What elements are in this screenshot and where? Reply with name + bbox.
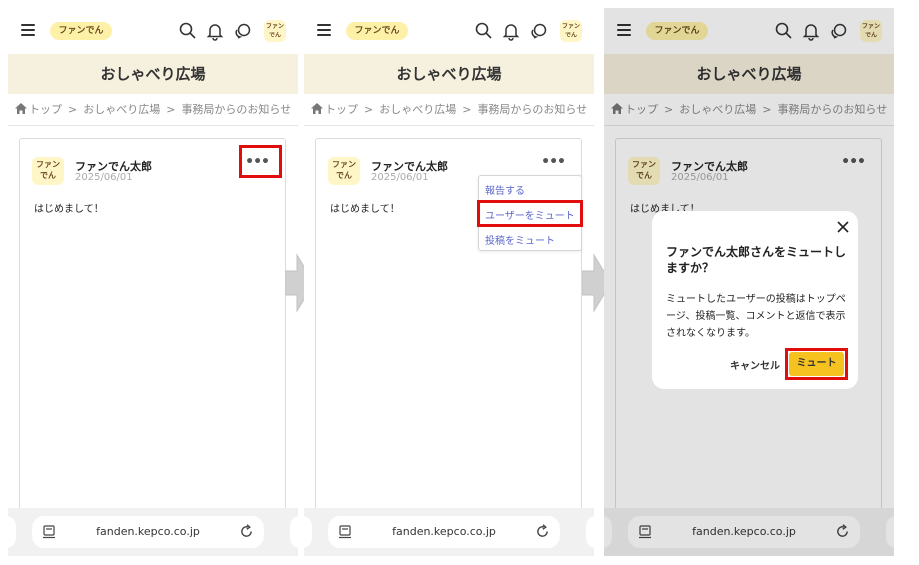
breadcrumb-plaza[interactable]: おしゃべり広場 bbox=[83, 103, 160, 116]
avatar-text: ファン bbox=[265, 23, 284, 30]
post-body: はじめまして！ bbox=[34, 204, 104, 215]
author-avatar[interactable]: ファン でん bbox=[328, 157, 360, 185]
home-icon bbox=[15, 103, 27, 114]
step2-screen: ファンでん ファン でん おしゃべり広場 トップ > おしゃべり広場 > 事務局からのお知… bbox=[304, 8, 594, 556]
breadcrumb-home[interactable]: トップ bbox=[29, 103, 62, 116]
breadcrumb-current: 事務局からのお知らせ bbox=[181, 103, 292, 116]
url-text: fanden.kepco.co.jp bbox=[96, 525, 200, 538]
reload-icon[interactable] bbox=[239, 524, 254, 539]
more-options-button[interactable]: ••• bbox=[541, 155, 566, 169]
breadcrumb-current: 事務局からのお知らせ bbox=[477, 103, 588, 116]
address-bar[interactable]: fanden.kepco.co.jp bbox=[32, 516, 264, 548]
tab-edge[interactable] bbox=[304, 516, 312, 548]
tab-edge[interactable] bbox=[8, 516, 16, 548]
page-title: おしゃべり広場 bbox=[8, 54, 298, 94]
app-header: ファンでん ファン でん bbox=[304, 8, 594, 54]
breadcrumb: トップ > おしゃべり広場 > 事務局からのお知らせ bbox=[15, 101, 295, 117]
tab-edge[interactable] bbox=[290, 516, 298, 548]
chat-icon[interactable] bbox=[233, 21, 253, 41]
search-icon[interactable] bbox=[474, 21, 494, 41]
avatar-text: でん bbox=[40, 171, 56, 180]
page-title: おしゃべり広場 bbox=[304, 54, 594, 94]
highlight-box bbox=[477, 200, 583, 227]
menu-icon[interactable] bbox=[21, 24, 35, 36]
url-text: fanden.kepco.co.jp bbox=[392, 525, 496, 538]
avatar-text: ファン bbox=[561, 23, 580, 30]
highlight-box bbox=[785, 348, 848, 380]
home-icon bbox=[311, 103, 323, 114]
step3-screen: ファンでん ファン でん おしゃべり広場 トップ > おしゃべり広場 > 事務局からのお知… bbox=[604, 8, 894, 556]
user-avatar[interactable]: ファン でん bbox=[264, 20, 286, 42]
menu-item-mute-post[interactable]: 投稿をミュート bbox=[485, 232, 555, 247]
avatar-text: でん bbox=[268, 32, 281, 39]
app-header: ファンでん ファン でん bbox=[8, 8, 298, 54]
breadcrumb-separator: > bbox=[68, 103, 78, 116]
dialog-title: ファンでん太郎さんをミュートしますか？ bbox=[666, 245, 847, 275]
author-avatar[interactable]: ファン でん bbox=[32, 157, 64, 185]
breadcrumb-plaza[interactable]: おしゃべり広場 bbox=[379, 103, 456, 116]
avatar-text: ファン bbox=[332, 160, 356, 169]
post-card: ファン でん ファンでん太郎 2025/06/01 ••• はじめまして！ 報告す… bbox=[315, 138, 583, 518]
tutorial-composite: ファンでん ファン でん おしゃべり広場 トップ > おしゃべり広場 > 事務局からのお知… bbox=[0, 0, 919, 565]
divider bbox=[8, 125, 298, 126]
close-icon[interactable] bbox=[836, 220, 850, 234]
step1-screen: ファンでん ファン でん おしゃべり広場 トップ > おしゃべり広場 > 事務局からのお知… bbox=[8, 8, 298, 556]
post-date: 2025/06/01 bbox=[75, 172, 133, 183]
post-date: 2025/06/01 bbox=[371, 172, 429, 183]
breadcrumb-separator: > bbox=[166, 103, 176, 116]
dialog-body: ミュートしたユーザーの投稿はトップページ、投稿一覧、コメントと返信で表示されなく… bbox=[666, 294, 846, 339]
bell-icon[interactable] bbox=[501, 21, 521, 41]
browser-bar: fanden.kepco.co.jp bbox=[8, 508, 298, 556]
menu-icon[interactable] bbox=[317, 24, 331, 36]
avatar-text: ファン bbox=[36, 160, 60, 169]
mute-confirm-dialog: ファンでん太郎さんをミュートしますか？ ミュートしたユーザーの投稿はトップページ… bbox=[652, 211, 858, 389]
brand-logo[interactable]: ファンでん bbox=[50, 22, 112, 40]
tab-edge[interactable] bbox=[586, 516, 594, 548]
breadcrumb-home[interactable]: トップ bbox=[325, 103, 358, 116]
breadcrumb: トップ > おしゃべり広場 > 事務局からのお知らせ bbox=[311, 101, 591, 117]
avatar-text: でん bbox=[336, 171, 352, 180]
post-card: ファン でん ファンでん太郎 2025/06/01 ••• はじめまして！ bbox=[19, 138, 286, 518]
reload-icon[interactable] bbox=[535, 524, 550, 539]
breadcrumb-separator: > bbox=[462, 103, 472, 116]
chat-icon[interactable] bbox=[529, 21, 549, 41]
search-icon[interactable] bbox=[178, 21, 198, 41]
breadcrumb-separator: > bbox=[364, 103, 374, 116]
bell-icon[interactable] bbox=[205, 21, 225, 41]
highlight-box bbox=[239, 145, 282, 178]
address-bar[interactable]: fanden.kepco.co.jp bbox=[328, 516, 560, 548]
post-body: はじめまして！ bbox=[330, 204, 400, 215]
user-avatar[interactable]: ファン でん bbox=[560, 20, 582, 42]
browser-bar: fanden.kepco.co.jp bbox=[304, 508, 594, 556]
avatar-text: でん bbox=[564, 32, 577, 39]
brand-logo[interactable]: ファンでん bbox=[346, 22, 408, 40]
menu-item-report[interactable]: 報告する bbox=[485, 182, 525, 197]
cancel-button[interactable]: キャンセル bbox=[730, 357, 780, 372]
divider bbox=[304, 125, 594, 126]
